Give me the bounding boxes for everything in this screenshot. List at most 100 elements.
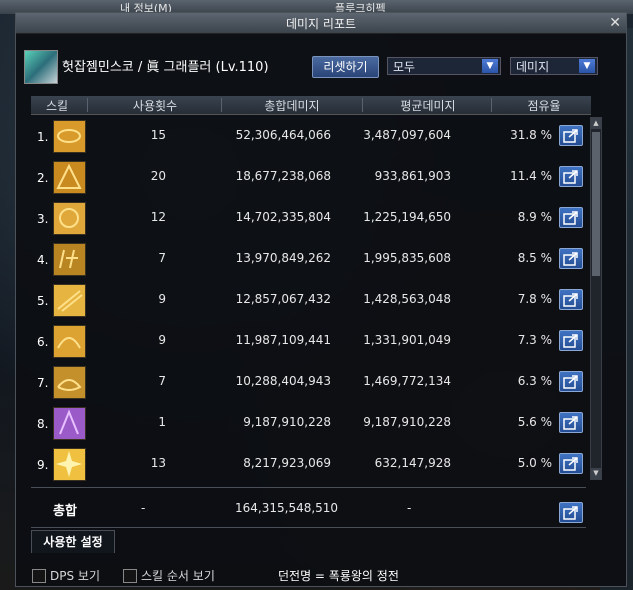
skill-average-damage: 1,428,563,048 [363, 292, 451, 306]
damage-report-window: 데미지 리포트 ✕ 헛잡젬민스코 / 眞 그래플러 (Lv.110) 리셋하기 … [15, 12, 627, 587]
chevron-down-icon[interactable]: ▼ [482, 59, 498, 73]
skill-rank: 9. [37, 458, 49, 472]
skill-rank: 6. [37, 335, 49, 349]
skill-uses: 9 [158, 292, 166, 306]
close-icon[interactable]: ✕ [609, 15, 621, 31]
share-icon [563, 375, 578, 389]
table-row: 5. 9 12,857,067,432 1,428,563,048 7.8 % [16, 280, 596, 321]
share-icon [563, 170, 578, 184]
skill-average-damage: 1,995,835,608 [363, 251, 451, 265]
divider [31, 487, 586, 488]
skill-uses: 1 [158, 415, 166, 429]
table-row: 3. 12 14,702,335,804 1,225,194,650 8.9 % [16, 198, 596, 239]
skill-rank: 5. [37, 294, 49, 308]
col-uses[interactable]: 사용횟수 [95, 97, 215, 114]
share-button[interactable] [559, 248, 583, 269]
skill-icon [53, 284, 86, 317]
share-icon [563, 334, 578, 348]
skill-share: 11.4 % [510, 169, 552, 183]
dps-label: DPS 보기 [50, 569, 100, 583]
skill-order-label: 스킬 순서 보기 [141, 569, 215, 583]
skill-icon [53, 120, 86, 153]
column-divider [491, 98, 492, 112]
skill-share: 7.8 % [517, 292, 552, 306]
skill-uses: 13 [150, 456, 166, 470]
metric-select-value: 데미지 [516, 60, 550, 74]
column-divider [87, 98, 88, 112]
share-icon [563, 457, 578, 471]
skill-rank: 8. [37, 417, 49, 431]
share-button[interactable] [559, 412, 583, 433]
character-avatar [24, 50, 58, 84]
skill-total-damage: 12,857,067,432 [235, 292, 331, 306]
share-button[interactable] [559, 453, 583, 474]
table-row: 2. 20 18,677,238,068 933,861,903 11.4 % [16, 157, 596, 198]
skill-share: 8.5 % [517, 251, 552, 265]
col-total[interactable]: 총합데미지 [229, 97, 355, 114]
scroll-down-icon[interactable]: ▼ [591, 468, 601, 479]
skill-uses: 12 [150, 210, 166, 224]
skill-average-damage: 1,331,901,049 [363, 333, 451, 347]
share-icon [563, 211, 578, 225]
skill-rank: 7. [37, 376, 49, 390]
skill-icon [53, 243, 86, 276]
table-scrollbar[interactable]: ▲ ▼ [590, 117, 602, 480]
dungeon-name: 던전명 = 폭룡왕의 정전 [278, 569, 399, 583]
share-button[interactable] [559, 166, 583, 187]
skill-uses: 15 [150, 128, 166, 142]
table-row: 8. 1 9,187,910,228 9,187,910,228 5.6 % [16, 403, 596, 444]
table-row: 9. 13 8,217,923,069 632,147,928 5.0 % [16, 444, 596, 485]
col-share[interactable]: 점유율 [499, 97, 589, 114]
share-icon [563, 293, 578, 307]
filter-select[interactable]: 모두 ▼ [387, 57, 501, 75]
share-button[interactable] [559, 207, 583, 228]
skill-total-damage: 8,217,923,069 [243, 456, 331, 470]
skill-total-damage: 9,187,910,228 [243, 415, 331, 429]
share-button[interactable] [559, 330, 583, 351]
skill-icon [53, 325, 86, 358]
reset-button[interactable]: 리셋하기 [312, 56, 379, 78]
skill-order-checkbox[interactable] [123, 569, 137, 583]
skill-total-damage: 13,970,849,262 [235, 251, 331, 265]
share-button[interactable] [559, 125, 583, 146]
skill-uses: 9 [158, 333, 166, 347]
share-icon [563, 252, 578, 266]
tab-settings[interactable]: 사용한 설정 [31, 530, 115, 553]
scroll-up-icon[interactable]: ▲ [591, 118, 601, 129]
column-divider [362, 98, 363, 112]
share-button[interactable] [559, 502, 583, 523]
col-skill[interactable]: 스킬 [33, 97, 81, 114]
metric-select[interactable]: 데미지 ▼ [510, 57, 598, 75]
skill-share: 6.3 % [517, 374, 552, 388]
window-titlebar[interactable]: 데미지 리포트 ✕ [16, 13, 626, 34]
table-row: 1. 15 52,306,464,066 3,487,097,604 31.8 % [16, 116, 596, 157]
share-icon [563, 416, 578, 430]
share-icon [563, 506, 578, 520]
skill-uses: 7 [158, 251, 166, 265]
skill-average-damage: 3,487,097,604 [363, 128, 451, 142]
skill-rank: 1. [37, 130, 49, 144]
table-row: 6. 9 11,987,109,441 1,331,901,049 7.3 % [16, 321, 596, 362]
skill-share: 5.0 % [517, 456, 552, 470]
share-icon [563, 129, 578, 143]
skill-total-damage: 52,306,464,066 [235, 128, 331, 142]
col-average[interactable]: 평균데미지 [369, 97, 487, 114]
share-button[interactable] [559, 371, 583, 392]
skill-icon [53, 161, 86, 194]
window-title: 데미지 리포트 [285, 17, 357, 31]
skill-total-damage: 10,288,404,943 [235, 374, 331, 388]
share-button[interactable] [559, 289, 583, 310]
chevron-down-icon[interactable]: ▼ [579, 59, 595, 73]
skill-share: 8.9 % [517, 210, 552, 224]
skill-share: 7.3 % [517, 333, 552, 347]
column-divider [221, 98, 222, 112]
table-row: 4. 7 13,970,849,262 1,995,835,608 8.5 % [16, 239, 596, 280]
skill-icon [53, 366, 86, 399]
divider [31, 527, 586, 528]
skill-average-damage: 9,187,910,228 [363, 415, 451, 429]
skill-total-damage: 18,677,238,068 [235, 169, 331, 183]
scroll-thumb[interactable] [592, 132, 600, 276]
dps-checkbox[interactable] [32, 569, 46, 583]
skill-total-damage: 11,987,109,441 [235, 333, 331, 347]
skill-rank: 4. [37, 253, 49, 267]
